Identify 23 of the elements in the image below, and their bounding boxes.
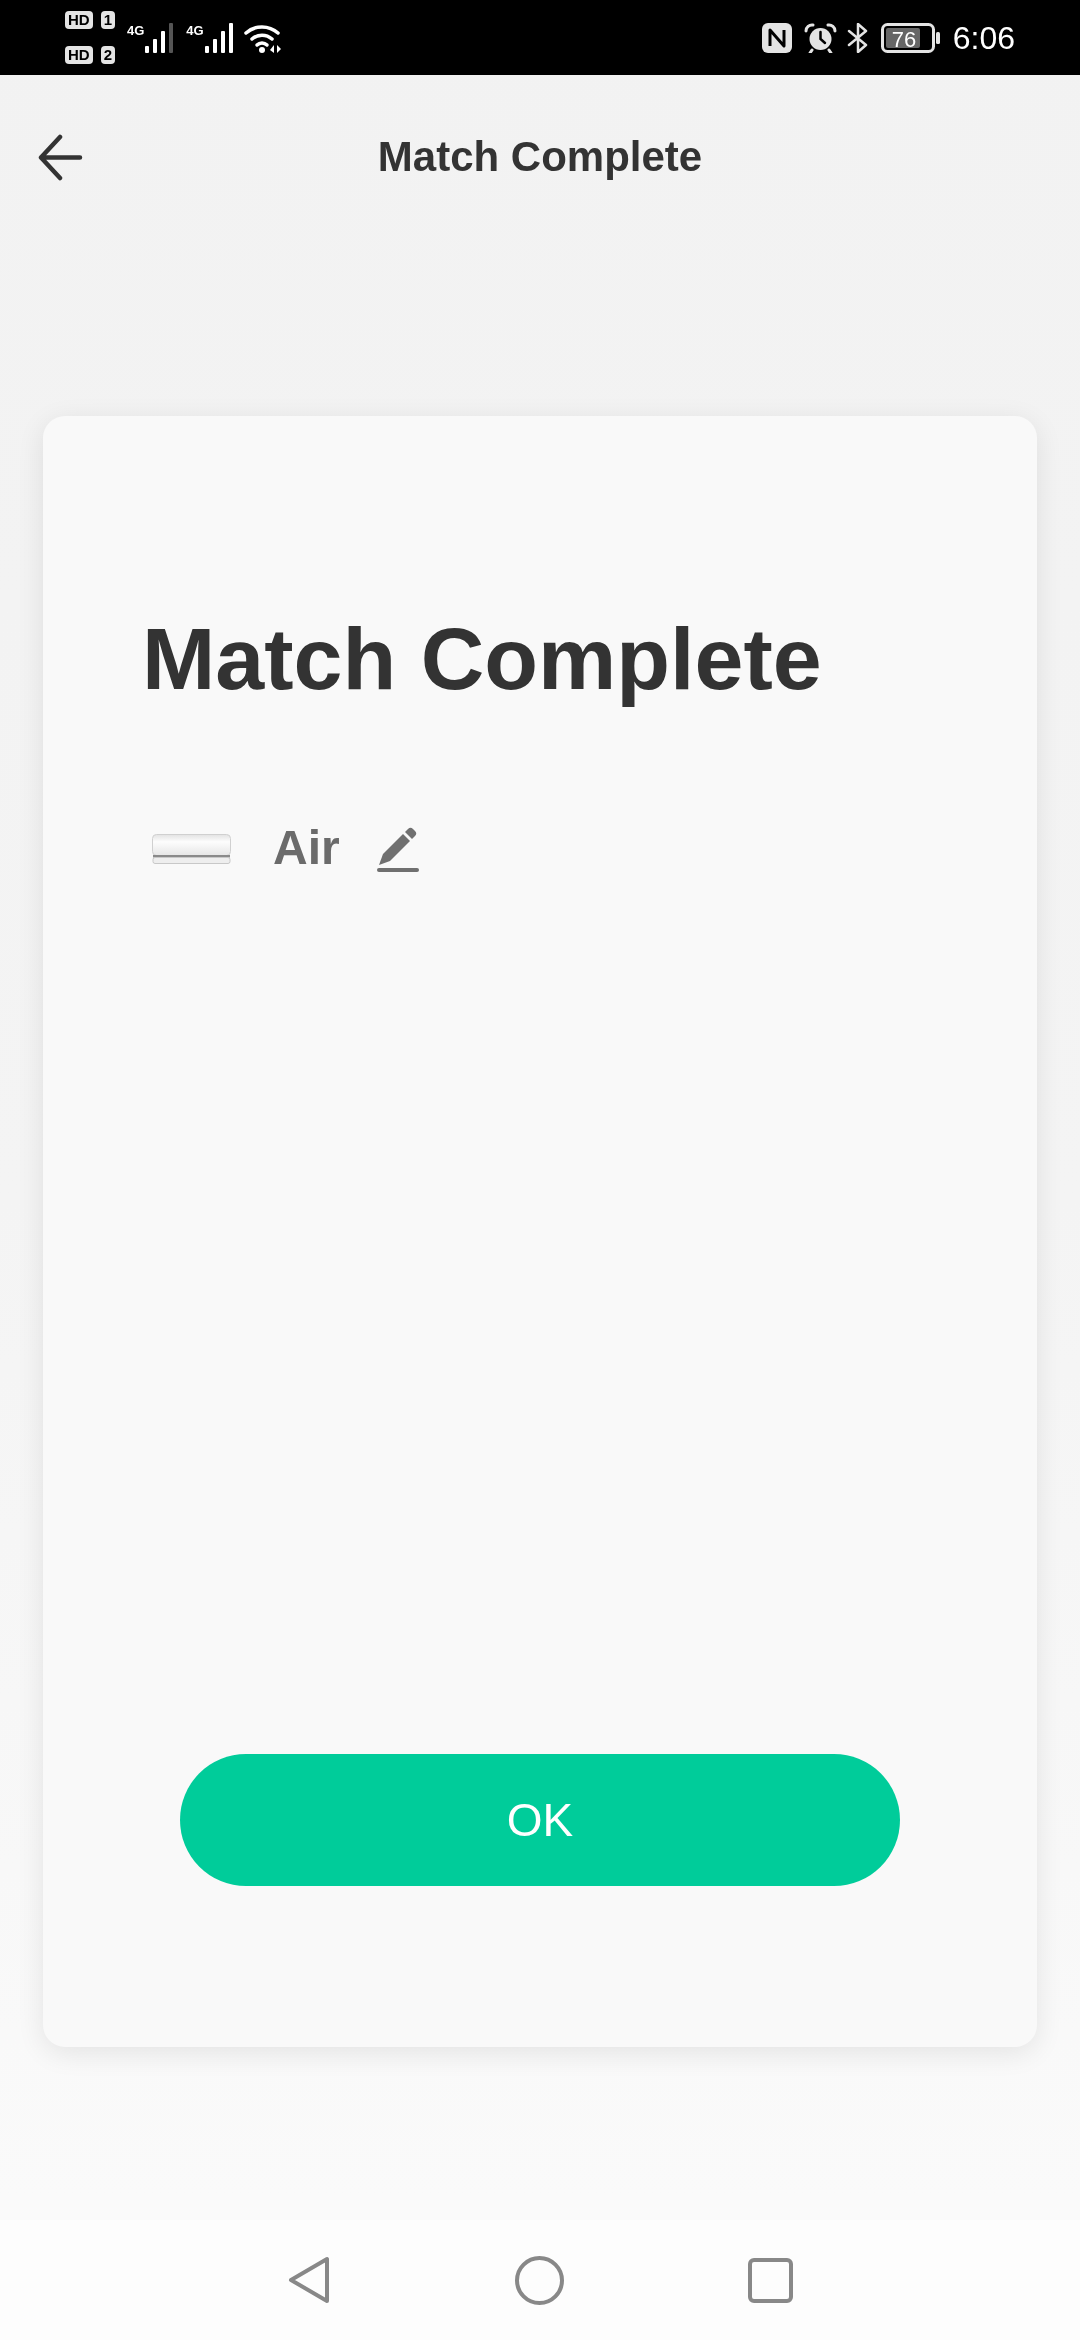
- page-title: Match Complete: [377, 132, 703, 183]
- network-type-label: 4G: [127, 23, 145, 37]
- back-icon[interactable]: [38, 134, 83, 181]
- clock-text: 6:06: [952, 21, 1015, 54]
- nfc-icon: [761, 22, 792, 53]
- network-type-label: 4G: [186, 23, 204, 37]
- battery-indicator: 76: [880, 22, 941, 53]
- home-icon[interactable]: [515, 2255, 564, 2305]
- result-title: Match Complete: [142, 608, 823, 710]
- sim-slot-indicator: 1: [100, 11, 115, 29]
- alarm-icon: [803, 22, 837, 53]
- device-name: Air: [273, 822, 340, 875]
- hd-indicator: HD: [65, 11, 93, 29]
- signal-icon: [203, 22, 234, 53]
- ok-button[interactable]: OK: [180, 1754, 900, 1886]
- wifi-icon: [243, 22, 284, 53]
- nav-back-icon[interactable]: [287, 2256, 331, 2304]
- bluetooth-icon: [846, 22, 869, 53]
- hd-indicator: HD: [65, 46, 93, 64]
- signal-icon: [144, 22, 175, 53]
- air-conditioner-icon: [152, 833, 231, 864]
- recents-icon[interactable]: [748, 2257, 793, 2303]
- sim-slot-indicator: 2: [100, 46, 115, 64]
